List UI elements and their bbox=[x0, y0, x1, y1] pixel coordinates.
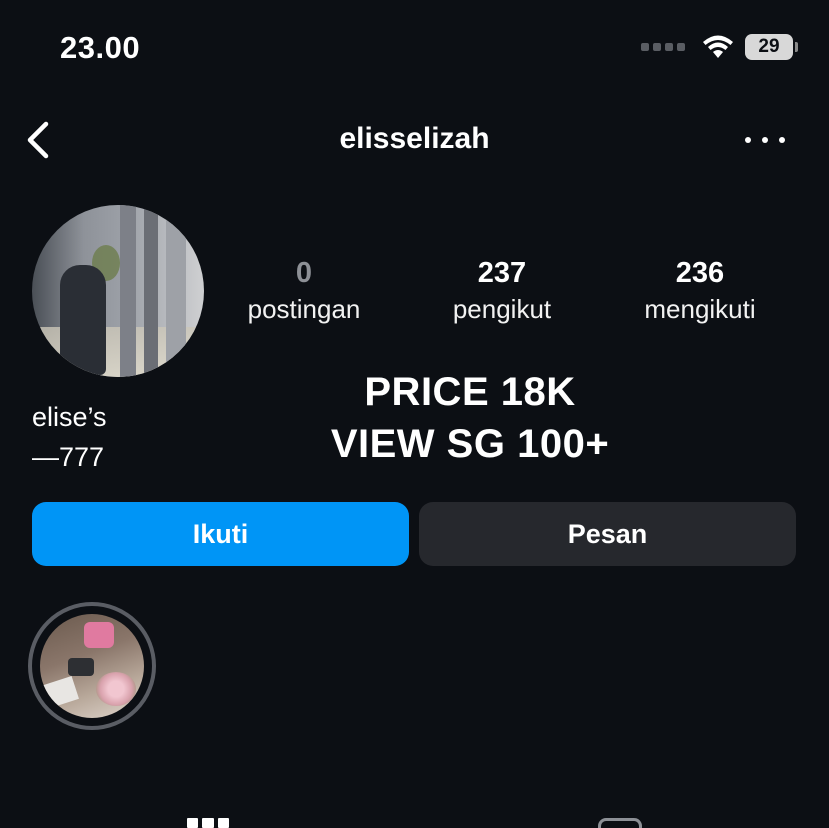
promo-line-1: PRICE 18K bbox=[364, 370, 576, 414]
following-label: mengikuti bbox=[644, 294, 756, 324]
grid-icon[interactable] bbox=[187, 818, 229, 828]
posts-label: postingan bbox=[247, 294, 361, 324]
follow-button[interactable]: Ikuti bbox=[32, 502, 409, 566]
story-highlight[interactable] bbox=[28, 602, 156, 730]
tagged-icon[interactable] bbox=[598, 818, 642, 828]
posts-count: 0 bbox=[295, 257, 313, 289]
profile-username: elisselizah bbox=[339, 122, 490, 155]
promo-text: PRICE 18K VIEW SG 100+ bbox=[300, 366, 640, 470]
followers-label: pengikut bbox=[452, 294, 552, 324]
battery-level: 29 bbox=[758, 36, 780, 57]
battery-icon: 29 bbox=[745, 34, 798, 60]
stat-following[interactable]: 236 mengikuti bbox=[601, 256, 799, 328]
more-horizontal-icon bbox=[745, 137, 751, 143]
wifi-icon bbox=[703, 35, 733, 58]
message-button[interactable]: Pesan bbox=[419, 502, 796, 566]
bio-text: —777 bbox=[32, 442, 105, 472]
more-options-button[interactable] bbox=[745, 128, 785, 152]
bio-name: elise’s bbox=[32, 402, 107, 432]
profile-avatar[interactable] bbox=[32, 205, 204, 377]
signal-icon bbox=[641, 43, 685, 51]
followers-count: 237 bbox=[477, 257, 527, 289]
promo-line-2: VIEW SG 100+ bbox=[330, 422, 610, 466]
status-icons: 29 bbox=[641, 34, 798, 60]
following-count: 236 bbox=[675, 257, 725, 289]
profile-stats: 0 postingan 237 pengikut 236 mengikuti bbox=[205, 256, 799, 328]
highlight-thumbnail bbox=[40, 614, 144, 718]
stat-followers[interactable]: 237 pengikut bbox=[403, 256, 601, 328]
status-time: 23.00 bbox=[60, 30, 141, 65]
stat-posts[interactable]: 0 postingan bbox=[205, 256, 403, 328]
